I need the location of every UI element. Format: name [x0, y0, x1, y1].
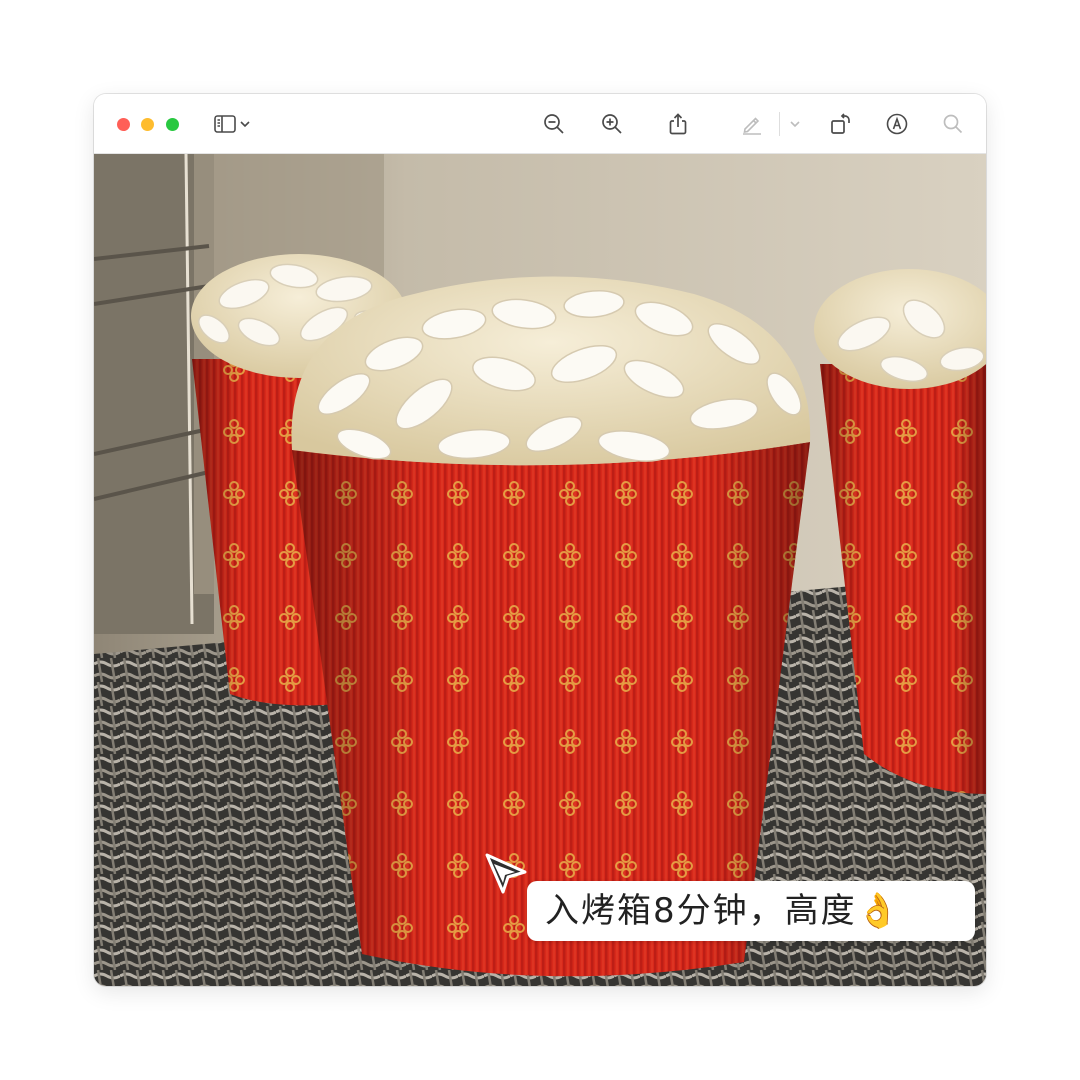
markup-icon[interactable] [885, 112, 909, 136]
image-viewer: 入烤箱8分钟，高度👌 [94, 154, 986, 986]
preview-window: 入烤箱8分钟，高度👌 [94, 94, 986, 986]
toolbar-divider [779, 112, 780, 136]
chevron-down-icon[interactable] [788, 112, 802, 136]
minimize-button[interactable] [141, 118, 154, 131]
share-icon[interactable] [666, 112, 690, 136]
search-icon[interactable] [941, 112, 965, 136]
panettone-photo [94, 154, 986, 986]
zoom-in-icon[interactable] [600, 112, 624, 136]
toolbar [94, 94, 986, 154]
rotate-icon[interactable] [829, 112, 853, 136]
zoom-out-icon[interactable] [542, 112, 566, 136]
pen-icon[interactable] [740, 112, 764, 136]
sidebar-icon[interactable] [213, 112, 237, 136]
zoom-button[interactable] [166, 118, 179, 131]
cursor-icon [485, 853, 527, 894]
caption-box: 入烤箱8分钟，高度👌 [527, 881, 975, 941]
close-button[interactable] [117, 118, 130, 131]
chevron-down-icon[interactable] [238, 112, 252, 136]
caption-text: 入烤箱8分钟，高度👌 [545, 891, 901, 931]
